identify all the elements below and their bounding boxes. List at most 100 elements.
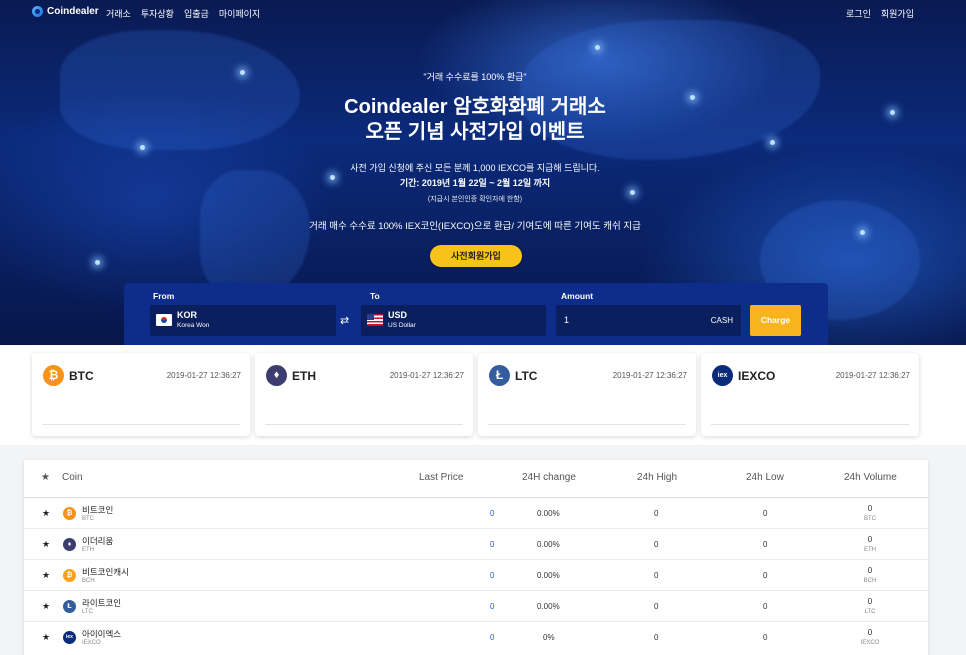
litecoin-icon: Ł bbox=[489, 365, 510, 386]
nav-item-investment[interactable]: 투자상황 bbox=[141, 7, 174, 20]
coin-symbol: ETH bbox=[82, 547, 94, 553]
card-divider bbox=[488, 424, 686, 425]
table-row[interactable]: ★ ₿ 비트코인캐시 BCH 0 0.00% 0 0 0 BCH bbox=[24, 560, 928, 591]
header-24h-low[interactable]: 24h Low bbox=[746, 472, 784, 483]
last-price: 0 bbox=[490, 602, 495, 611]
card-symbol: LTC bbox=[515, 369, 538, 383]
ethereum-icon: ♦ bbox=[266, 365, 287, 386]
pre-signup-button[interactable]: 사전회원가입 bbox=[430, 245, 522, 267]
nav-item-mypage[interactable]: 마이페이지 bbox=[219, 7, 260, 20]
24h-change: 0.00% bbox=[537, 509, 560, 518]
korea-flag-icon bbox=[156, 314, 172, 326]
from-currency-name: Korea Won bbox=[177, 322, 210, 329]
header-last-price[interactable]: Last Price bbox=[419, 472, 463, 483]
card-symbol: BTC bbox=[69, 369, 94, 383]
hero-description: 사전 가입 신청에 주신 모든 분께 1,000 IEXCO를 지급해 드립니다… bbox=[350, 163, 600, 173]
ticker-card-btc[interactable]: ₿ BTC 2019-01-27 12:36:27 bbox=[32, 353, 250, 436]
amount-label: Amount bbox=[561, 291, 594, 301]
favorite-star-icon[interactable]: ★ bbox=[42, 539, 50, 550]
hero-period: 기간: 2019년 1월 22일 ~ 2월 12일 까지 bbox=[399, 178, 551, 188]
volume-unit: IEXCO bbox=[860, 640, 880, 646]
light-dot bbox=[95, 260, 100, 265]
us-flag-icon bbox=[367, 314, 383, 326]
volume-unit: ETH bbox=[864, 547, 876, 553]
light-dot bbox=[595, 45, 600, 50]
last-price: 0 bbox=[490, 571, 495, 580]
ticker-card-ltc[interactable]: Ł LTC 2019-01-27 12:36:27 bbox=[478, 353, 696, 436]
24h-change: 0.00% bbox=[537, 602, 560, 611]
litecoin-icon: Ł bbox=[63, 600, 76, 613]
from-label: From bbox=[153, 291, 175, 301]
logo[interactable]: Coindealer bbox=[32, 6, 99, 17]
nav-item-exchange[interactable]: 거래소 bbox=[106, 7, 131, 20]
coin-name: 비트코인캐시 bbox=[82, 567, 129, 577]
24h-change: 0.00% bbox=[537, 571, 560, 580]
card-timestamp: 2019-01-27 12:36:27 bbox=[166, 371, 241, 380]
bitcoin-icon: ₿ bbox=[43, 365, 64, 386]
from-currency-code: KOR bbox=[177, 310, 197, 320]
coin-symbol: BTC bbox=[82, 516, 94, 522]
volume-unit: BCH bbox=[863, 578, 877, 584]
card-timestamp: 2019-01-27 12:36:27 bbox=[389, 371, 464, 380]
card-symbol: IEXCO bbox=[738, 369, 776, 383]
to-label: To bbox=[370, 291, 380, 301]
header-star-icon[interactable]: ★ bbox=[41, 472, 50, 483]
logo-icon bbox=[32, 6, 43, 17]
coin-symbol: IEXCO bbox=[82, 640, 101, 646]
from-currency-select[interactable]: KOR Korea Won bbox=[150, 305, 336, 336]
hero-text: "거래 수수료를 100% 환급" Coindealer 암호화화폐 거래소 오… bbox=[0, 70, 950, 232]
nav-item-deposit[interactable]: 입출금 bbox=[184, 7, 209, 20]
coin-symbol: BCH bbox=[82, 578, 95, 584]
table-row[interactable]: ★ Ł 라이트코인 LTC 0 0.00% 0 0 0 LTC bbox=[24, 591, 928, 622]
24h-low: 0 bbox=[763, 633, 768, 642]
nav-menu: 거래소 투자상황 입출금 마이페이지 bbox=[106, 7, 260, 20]
login-link[interactable]: 로그인 bbox=[846, 7, 871, 20]
bitcoin-icon: ₿ bbox=[63, 507, 76, 520]
header-24h-volume[interactable]: 24h Volume bbox=[844, 472, 897, 483]
favorite-star-icon[interactable]: ★ bbox=[42, 632, 50, 643]
coin-symbol: LTC bbox=[82, 609, 93, 615]
to-currency-name: US Dollar bbox=[388, 322, 416, 329]
24h-high: 0 bbox=[654, 540, 659, 549]
hero-title-line1: Coindealer 암호화화폐 거래소 bbox=[344, 96, 606, 118]
to-currency-select[interactable]: USD US Dollar bbox=[361, 305, 546, 336]
charge-button[interactable]: Charge bbox=[750, 305, 801, 336]
favorite-star-icon[interactable]: ★ bbox=[42, 601, 50, 612]
favorite-star-icon[interactable]: ★ bbox=[42, 570, 50, 581]
iexco-icon: iex bbox=[712, 365, 733, 386]
coin-name: 이더리움 bbox=[82, 536, 114, 546]
iexco-icon: iex bbox=[63, 631, 76, 644]
24h-low: 0 bbox=[763, 602, 768, 611]
hero-title-line2: 오픈 기념 사전가입 이벤트 bbox=[365, 121, 585, 143]
24h-volume: 0 bbox=[867, 504, 873, 513]
header-coin[interactable]: Coin bbox=[62, 472, 83, 483]
swap-arrows-icon[interactable]: ⇄ bbox=[340, 314, 349, 327]
card-divider bbox=[42, 424, 240, 425]
top-nav: Coindealer 거래소 투자상황 입출금 마이페이지 로그인 회원가입 bbox=[0, 0, 966, 24]
hero-note: (지급시 본인인증 확인자에 한함) bbox=[427, 196, 523, 203]
table-row[interactable]: ★ iex 아이이엑스 IEXCO 0 0% 0 0 0 IEXCO bbox=[24, 622, 928, 653]
ticker-card-eth[interactable]: ♦ ETH 2019-01-27 12:36:27 bbox=[255, 353, 473, 436]
nav-account: 로그인 회원가입 bbox=[846, 7, 914, 20]
24h-volume: 0 bbox=[867, 597, 873, 606]
signup-link[interactable]: 회원가입 bbox=[881, 7, 914, 20]
last-price: 0 bbox=[490, 509, 495, 518]
24h-volume: 0 bbox=[867, 566, 873, 575]
header-24h-change[interactable]: 24H change bbox=[522, 472, 576, 483]
card-divider bbox=[711, 424, 909, 425]
header-24h-high[interactable]: 24h High bbox=[637, 472, 677, 483]
coin-name: 비트코인 bbox=[82, 505, 114, 515]
ticker-card-iexco[interactable]: iex IEXCO 2019-01-27 12:36:27 bbox=[701, 353, 919, 436]
ethereum-icon: ♦ bbox=[63, 538, 76, 551]
hero-quote: "거래 수수료를 100% 환급" bbox=[423, 72, 527, 82]
favorite-star-icon[interactable]: ★ bbox=[42, 508, 50, 519]
24h-low: 0 bbox=[763, 571, 768, 580]
coin-name: 아이이엑스 bbox=[82, 629, 122, 639]
table-row[interactable]: ★ ₿ 비트코인 BTC 0 0.00% 0 0 0 BTC bbox=[24, 498, 928, 529]
amount-input[interactable]: 1 CASH bbox=[556, 305, 741, 336]
card-timestamp: 2019-01-27 12:36:27 bbox=[612, 371, 687, 380]
amount-value: 1 bbox=[564, 315, 570, 325]
24h-volume: 0 bbox=[867, 628, 873, 637]
table-row[interactable]: ★ ♦ 이더리움 ETH 0 0.00% 0 0 0 ETH bbox=[24, 529, 928, 560]
last-price: 0 bbox=[490, 633, 495, 642]
